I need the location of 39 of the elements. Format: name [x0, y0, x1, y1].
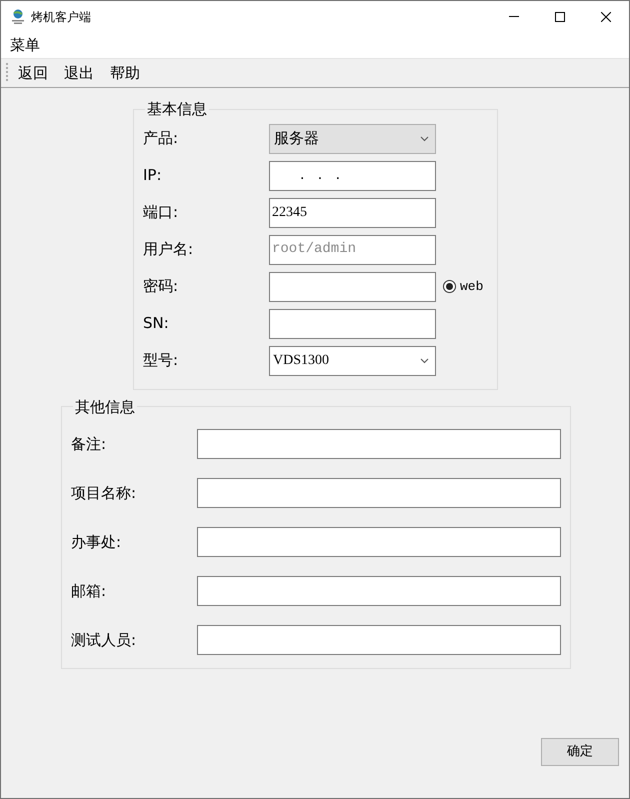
field-label: 邮箱: [71, 580, 108, 602]
menu-item[interactable]: 菜单 [10, 34, 40, 56]
group-title: 基本信息 [146, 99, 208, 120]
chevron-down-icon [420, 358, 429, 364]
input-field[interactable] [197, 527, 561, 557]
window-title: 烤机客户端 [31, 8, 91, 26]
maximize-icon [555, 12, 565, 22]
field-label: 产品: [143, 128, 180, 150]
product-dropdown[interactable]: 服务器 [269, 124, 436, 154]
field-label: SN: [143, 313, 170, 334]
app-logo-icon [11, 8, 25, 24]
minimize-icon [509, 16, 519, 17]
field-label: 项目名称: [71, 482, 138, 504]
field-label: 密码: [143, 276, 180, 298]
input-field[interactable] [197, 429, 561, 459]
field-label: 测试人员: [71, 630, 138, 651]
chevron-down-icon [420, 136, 429, 142]
group-title: 其他信息 [74, 396, 136, 418]
field-label: 型号: [143, 350, 180, 372]
toolbar-button[interactable]: 退出 [64, 62, 94, 84]
input-field[interactable] [197, 478, 561, 508]
field-label: 备注: [71, 434, 108, 455]
input-field[interactable] [269, 272, 436, 302]
ip-input-field[interactable]: . . . [269, 160, 436, 190]
input-field[interactable] [197, 576, 561, 606]
input-field[interactable]: 22345 [269, 198, 436, 228]
field-label: 办事处: [71, 532, 122, 553]
input-field[interactable] [197, 625, 561, 655]
radio-label: web [460, 278, 484, 296]
model-dropdown[interactable]: VDS1300 [269, 346, 436, 376]
toolbar-button[interactable]: 返回 [18, 62, 48, 84]
field-label: 用户名: [143, 239, 194, 260]
confirm-button[interactable]: 确定 [541, 738, 619, 766]
input-field[interactable] [269, 308, 436, 338]
field-label: 端口: [143, 202, 180, 224]
close-icon [601, 12, 611, 22]
toolbar-button[interactable]: 帮助 [110, 62, 140, 84]
field-label: IP: [143, 165, 163, 186]
radio-button[interactable] [443, 280, 456, 293]
